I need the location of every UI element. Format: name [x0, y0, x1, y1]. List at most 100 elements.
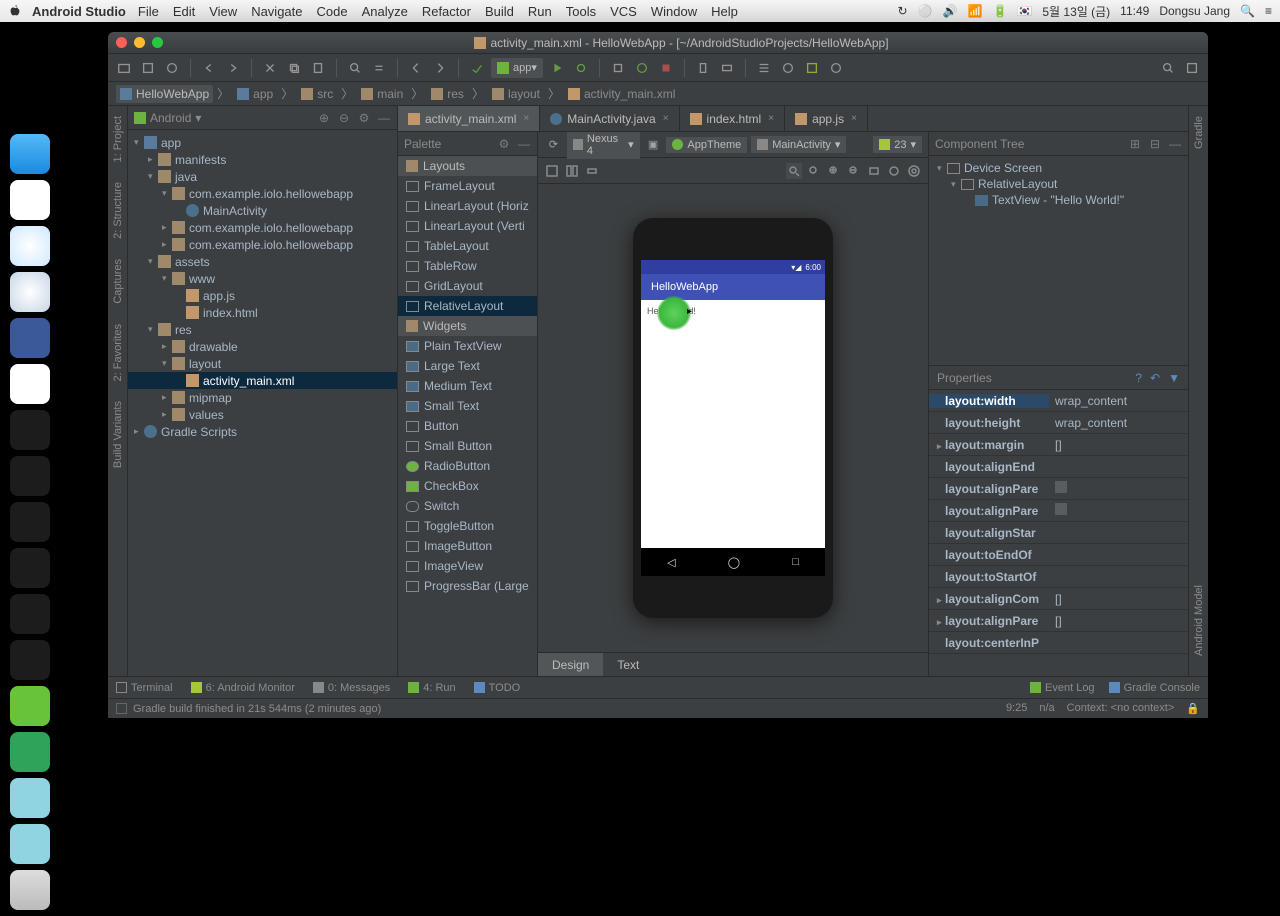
palette-item[interactable]: Plain TextView: [398, 336, 537, 356]
breadcrumb-item[interactable]: src: [297, 85, 337, 103]
window-maximize-button[interactable]: [152, 37, 163, 48]
palette-item[interactable]: Small Text: [398, 396, 537, 416]
property-row[interactable]: layout:heightwrap_content: [929, 412, 1188, 434]
palette-item[interactable]: ToggleButton: [398, 516, 537, 536]
menu-help[interactable]: Help: [711, 4, 738, 19]
zoom-actual-icon[interactable]: [806, 163, 822, 179]
device-config-icon[interactable]: ▣: [644, 135, 663, 155]
tree-row[interactable]: ▾layout: [128, 355, 397, 372]
tree-row[interactable]: app.js: [128, 287, 397, 304]
dock-chrome[interactable]: [10, 364, 50, 404]
palette-item[interactable]: Switch: [398, 496, 537, 516]
menubar-volume-icon[interactable]: 🔊: [943, 4, 958, 18]
component-tree-row[interactable]: TextView - "Hello World!": [933, 192, 1184, 208]
expand-all-icon[interactable]: ⊕: [317, 111, 331, 125]
zoom-in-icon[interactable]: [826, 163, 842, 179]
dock-firefox[interactable]: [10, 318, 50, 358]
property-row[interactable]: ▸layout:alignCom[]: [929, 588, 1188, 610]
breadcrumb-item[interactable]: app: [233, 85, 277, 103]
menu-view[interactable]: View: [209, 4, 237, 19]
tool-strip-item[interactable]: Event Log: [1030, 682, 1095, 694]
help-icon[interactable]: ?: [1135, 371, 1142, 385]
zoom-out-icon[interactable]: [846, 163, 862, 179]
palette-item[interactable]: LinearLayout (Verti: [398, 216, 537, 236]
gear-icon[interactable]: ⚙: [497, 137, 511, 151]
gear-icon[interactable]: ⚙: [357, 111, 371, 125]
menubar-wifi-icon[interactable]: 📶: [968, 4, 983, 18]
tree-row[interactable]: ▾com.example.iolo.hellowebapp: [128, 185, 397, 202]
status-icon[interactable]: [116, 703, 127, 714]
context[interactable]: Context: <no context>: [1067, 702, 1175, 715]
replace-icon[interactable]: [369, 58, 389, 78]
filter-icon[interactable]: ▼: [1168, 371, 1180, 385]
tree-row[interactable]: ▸drawable: [128, 338, 397, 355]
breadcrumb-item[interactable]: main: [357, 85, 407, 103]
sdk-icon[interactable]: [717, 58, 737, 78]
tree-row[interactable]: ▾java: [128, 168, 397, 185]
window-close-button[interactable]: [116, 37, 127, 48]
tree-row[interactable]: activity_main.xml: [128, 372, 397, 389]
menu-run[interactable]: Run: [528, 4, 552, 19]
dock-green-app[interactable]: [10, 686, 50, 726]
collapse-all-icon[interactable]: ⊖: [337, 111, 351, 125]
menubar-sync-icon[interactable]: ↻: [898, 4, 908, 18]
copy-icon[interactable]: [284, 58, 304, 78]
rail-captures[interactable]: Captures: [112, 259, 124, 304]
palette-item[interactable]: ImageButton: [398, 536, 537, 556]
redo-icon[interactable]: [223, 58, 243, 78]
settings-icon[interactable]: [906, 163, 922, 179]
structure-icon[interactable]: [754, 58, 774, 78]
build-icon[interactable]: [467, 58, 487, 78]
profile-icon[interactable]: [1182, 58, 1202, 78]
screenshot-icon[interactable]: [866, 163, 882, 179]
stop-icon[interactable]: [656, 58, 676, 78]
paste-icon[interactable]: [308, 58, 328, 78]
palette-item[interactable]: ImageView: [398, 556, 537, 576]
theme-selector[interactable]: AppTheme: [666, 137, 747, 153]
menu-file[interactable]: File: [138, 4, 159, 19]
breadcrumb-item[interactable]: layout: [488, 85, 544, 103]
tool-strip-item[interactable]: Gradle Console: [1109, 682, 1200, 694]
dock-itunes[interactable]: [10, 180, 50, 220]
tree-row[interactable]: ▾app: [128, 134, 397, 151]
property-row[interactable]: layout:centerInP: [929, 632, 1188, 654]
palette-item[interactable]: RadioButton: [398, 456, 537, 476]
android-monitor-icon[interactable]: [802, 58, 822, 78]
menubar-user[interactable]: Dongsu Jang: [1159, 4, 1230, 18]
close-icon[interactable]: ×: [663, 113, 669, 124]
device-selector[interactable]: Nexus 4 ▾: [567, 132, 640, 159]
component-tree-row[interactable]: ▾RelativeLayout: [933, 176, 1184, 192]
breadcrumb-item[interactable]: HelloWebApp: [116, 85, 213, 103]
save-icon[interactable]: [138, 58, 158, 78]
close-icon[interactable]: ×: [523, 113, 529, 124]
dock-folder1[interactable]: [10, 778, 50, 818]
run-configuration-selector[interactable]: app ▾: [491, 58, 543, 78]
dock-app[interactable]: [10, 548, 50, 588]
cut-icon[interactable]: [260, 58, 280, 78]
property-row[interactable]: ▸layout:margin[]: [929, 434, 1188, 456]
forward-icon[interactable]: [430, 58, 450, 78]
rail-gradle[interactable]: Gradle: [1193, 116, 1205, 149]
tool-strip-item[interactable]: TODO: [474, 682, 521, 694]
lock-icon[interactable]: 🔒: [1186, 702, 1200, 715]
menu-tools[interactable]: Tools: [566, 4, 596, 19]
tree-row[interactable]: ▸manifests: [128, 151, 397, 168]
menu-build[interactable]: Build: [485, 4, 514, 19]
rail-android-model[interactable]: Android Model: [1193, 585, 1205, 656]
debug-icon[interactable]: [571, 58, 591, 78]
palette-item[interactable]: CheckBox: [398, 476, 537, 496]
dock-webstorm[interactable]: [10, 456, 50, 496]
property-row[interactable]: layout:toStartOf: [929, 566, 1188, 588]
property-row[interactable]: layout:toEndOf: [929, 544, 1188, 566]
revert-icon[interactable]: ↶: [1150, 371, 1160, 385]
refresh-icon[interactable]: [886, 163, 902, 179]
hide-icon[interactable]: —: [377, 111, 391, 125]
menu-navigate[interactable]: Navigate: [251, 4, 302, 19]
component-tree[interactable]: ▾Device Screen▾RelativeLayoutTextView - …: [929, 156, 1188, 366]
search-everywhere-icon[interactable]: [1158, 58, 1178, 78]
palette-item[interactable]: TableLayout: [398, 236, 537, 256]
dock-safari[interactable]: [10, 272, 50, 312]
dock-android-studio[interactable]: [10, 732, 50, 772]
properties-table[interactable]: layout:widthwrap_contentlayout:heightwra…: [929, 390, 1188, 676]
palette-item[interactable]: Large Text: [398, 356, 537, 376]
